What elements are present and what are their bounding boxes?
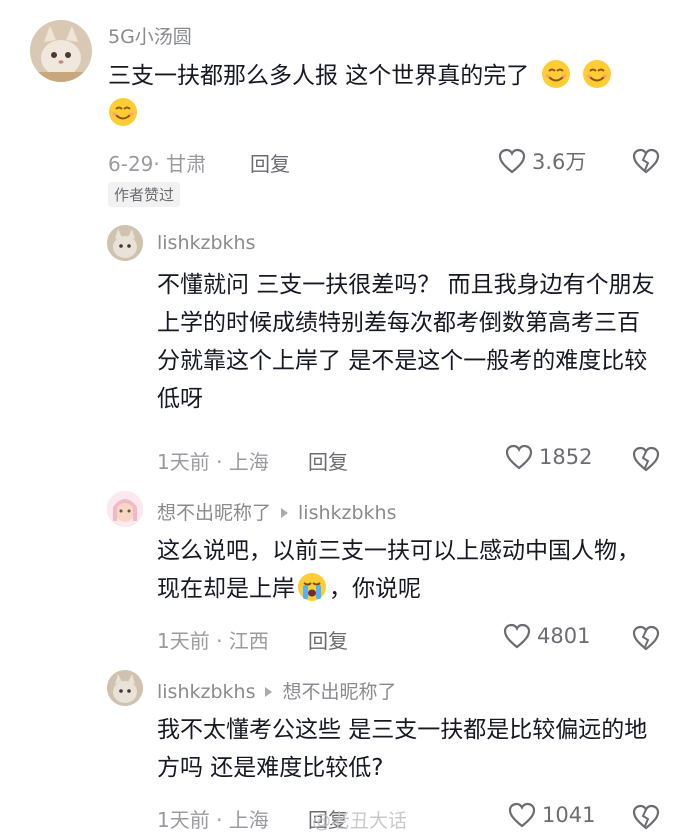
like-button[interactable]: 4801: [503, 623, 590, 649]
avatar[interactable]: [107, 670, 143, 706]
dislike-icon[interactable]: [632, 804, 660, 830]
like-count: 1852: [539, 445, 593, 469]
comment-text-content: ，你说呢: [329, 576, 421, 602]
reply-target[interactable]: 想不出昵称了: [282, 681, 396, 703]
avatar[interactable]: [107, 491, 143, 527]
reply-arrow-icon: [265, 687, 273, 697]
comment-meta: 6-29· 甘肃: [108, 152, 207, 176]
comment-text: 这么说吧，以前三支一扶可以上感动中国人物，现在却是上岸 ，你说呢: [157, 532, 657, 608]
comment-text-content: 三支一扶都那么多人报 这个世界真的完了: [108, 63, 530, 89]
reply-author[interactable]: lishkzbkhs: [157, 681, 255, 703]
comment-meta: 1天前 · 江西: [157, 629, 269, 653]
reply-author[interactable]: 想不出昵称了: [157, 502, 271, 524]
like-count: 1041: [542, 803, 596, 827]
reply-button[interactable]: 回复: [308, 625, 348, 654]
comment-username: lishkzbkhs 想不出昵称了: [157, 677, 397, 704]
dislike-icon[interactable]: [632, 446, 660, 472]
smile-emoji-icon: [582, 60, 611, 88]
crying-emoji-icon: [298, 573, 326, 601]
like-count: 4801: [537, 624, 591, 648]
heart-icon: [508, 802, 536, 828]
comment-meta: 1天前 · 上海: [157, 450, 269, 474]
avatar[interactable]: [107, 225, 143, 261]
reply-arrow-icon: [281, 508, 289, 518]
reply-button[interactable]: 回复: [250, 148, 290, 177]
comment-text: 我不太懂考公这些 是三支一扶都是比较偏远的地方吗 还是难度比较低?: [157, 717, 648, 781]
like-button[interactable]: 3.6万: [498, 146, 586, 176]
like-button[interactable]: 1852: [505, 444, 592, 470]
comment-username[interactable]: 5G小汤圆: [108, 22, 192, 49]
dislike-icon[interactable]: [632, 148, 660, 174]
comment-username[interactable]: lishkzbkhs: [157, 232, 255, 254]
heart-icon: [498, 148, 526, 174]
heart-icon: [503, 623, 531, 649]
like-button[interactable]: 1041: [508, 802, 595, 828]
dislike-icon[interactable]: [632, 625, 660, 651]
author-liked-badge: 作者赞过: [108, 182, 181, 207]
comment-text: 三支一扶都那么多人报 这个世界真的完了: [108, 57, 668, 133]
avatar[interactable]: [30, 20, 92, 82]
heart-icon: [505, 444, 533, 470]
comment-meta: 1天前 · 上海: [157, 808, 269, 832]
watermark: @老丑大话: [312, 810, 408, 832]
smile-emoji-icon: [541, 60, 570, 88]
comment-text: 不懂就问 三支一扶很差吗？ 而且我身边有个朋友上学的时候成绩特别差每次都考倒数第…: [157, 272, 655, 412]
comment-username: 想不出昵称了 lishkzbkhs: [157, 498, 397, 525]
smile-emoji-icon: [109, 98, 137, 126]
reply-target[interactable]: lishkzbkhs: [298, 502, 396, 524]
like-count: 3.6万: [532, 150, 587, 174]
reply-button[interactable]: 回复: [308, 446, 348, 475]
